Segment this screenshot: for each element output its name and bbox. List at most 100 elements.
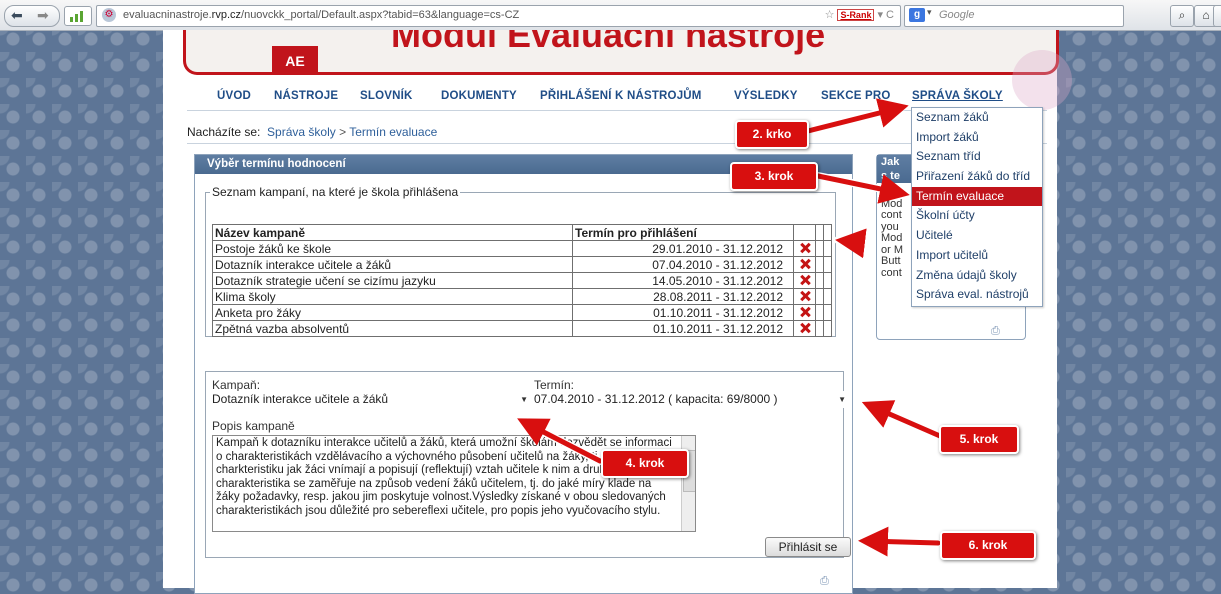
delete-icon[interactable] <box>799 306 811 318</box>
menu-prihlaseni[interactable]: PŘIHLÁŠENÍ K NÁSTROJŮM <box>540 90 702 102</box>
banner: AE Modul Evaluační nástroje <box>183 30 1059 75</box>
empty-cell <box>815 240 824 257</box>
campaign-select[interactable]: Dotazník interakce učitele a žáků ▼ <box>212 391 530 408</box>
delete-cell <box>793 304 816 321</box>
annotation-step4: 4. krok <box>601 449 689 478</box>
empty-cell <box>815 272 824 289</box>
annotation-step6: 6. krok <box>940 531 1036 560</box>
decorative-shape <box>1012 50 1072 110</box>
dropdown-item-import-ucitelu[interactable]: Import učitelů <box>912 246 1042 266</box>
empty-cell <box>823 240 832 257</box>
menu-uvod[interactable]: ÚVOD <box>217 90 251 102</box>
delete-cell <box>793 240 816 257</box>
campaign-name: Anketa pro žáky <box>212 304 573 321</box>
empty-cell <box>823 304 832 321</box>
chevron-down-icon[interactable]: ▼ <box>520 391 528 408</box>
dropdown-item-ucitele[interactable]: Učitelé <box>912 226 1042 246</box>
term-selection-panel: Výběr termínu hodnocení Seznam kampaní, … <box>194 154 853 594</box>
delete-cell <box>793 288 816 305</box>
dropdown-item-skolni-ucty[interactable]: Školní účty <box>912 206 1042 226</box>
campaign-term: 07.04.2010 - 31.12.2012 <box>572 256 794 273</box>
empty-cell <box>823 320 832 337</box>
engine-dropdown-icon[interactable]: ▾ <box>927 7 932 18</box>
search-icon[interactable]: ⌕ <box>1170 5 1194 27</box>
main-menu: ÚVOD NÁSTROJE SLOVNÍK DOKUMENTY PŘIHLÁŠE… <box>188 87 1048 109</box>
table-row: Dotazník strategie učení se cizímu jazyk… <box>212 272 832 289</box>
table-row: Zpětná vazba absolventů 01.10.2011 - 31.… <box>212 320 832 337</box>
dropdown-item-termin-evaluace[interactable]: Termín evaluace <box>912 186 1042 207</box>
register-button[interactable]: Přihlásit se <box>765 537 851 557</box>
dropdown-item-seznam-zaku[interactable]: Seznam žáků <box>912 108 1042 128</box>
empty-cell <box>815 288 824 305</box>
breadcrumb-separator: > <box>339 125 347 139</box>
menu-sekce-pro[interactable]: SEKCE PRO <box>821 90 891 102</box>
term-select[interactable]: 07.04.2010 - 31.12.2012 ( kapacita: 69/8… <box>534 391 848 408</box>
chevron-down-icon[interactable]: ▼ <box>838 391 846 408</box>
empty-cell <box>823 272 832 289</box>
toolbar-overflow-icon[interactable] <box>1213 5 1221 27</box>
dropdown-icon[interactable]: ▾ <box>877 9 883 21</box>
delete-icon[interactable] <box>799 290 811 302</box>
sprava-skoly-dropdown: Seznam žáků Import žáků Seznam tříd Přiř… <box>911 107 1043 307</box>
table-row: Anketa pro žáky 01.10.2011 - 31.12.2012 <box>212 304 832 321</box>
breadcrumb-current[interactable]: Termín evaluace <box>349 125 437 139</box>
url-right-controls: ☆ S-Rank ▾ C <box>825 8 894 21</box>
campaign-list-legend: Seznam kampaní, na které je škola přihlá… <box>212 185 459 199</box>
delete-icon[interactable] <box>799 258 811 270</box>
delete-icon[interactable] <box>799 274 811 286</box>
campaign-name: Zpětná vazba absolventů <box>212 320 573 337</box>
campaign-name: Klima školy <box>212 288 573 305</box>
dropdown-item-sprava-nastroju[interactable]: Správa eval. nástrojů <box>912 285 1042 305</box>
print-icon[interactable]: ⎙ <box>820 575 829 588</box>
delete-icon[interactable] <box>799 242 811 254</box>
breadcrumb-link-sprava-skoly[interactable]: Správa školy <box>267 125 336 139</box>
site-identity-icon[interactable]: ⚙ <box>102 8 116 22</box>
signal-icon[interactable] <box>64 6 92 26</box>
delete-cell <box>793 272 816 289</box>
menu-vysledky[interactable]: VÝSLEDKY <box>734 90 798 102</box>
table-header-row: Název kampaně Termín pro přihlášení <box>212 224 832 241</box>
campaign-term: 28.08.2011 - 31.12.2012 <box>572 288 794 305</box>
dropdown-item-zmena-udaju[interactable]: Změna údajů školy <box>912 266 1042 286</box>
search-box[interactable]: g ▾ Google <box>904 5 1124 27</box>
dropdown-item-import-zaku[interactable]: Import žáků <box>912 128 1042 148</box>
banner-title: Modul Evaluační nástroje <box>391 30 826 55</box>
campaign-term: 01.10.2011 - 31.12.2012 <box>572 320 794 337</box>
col-header-action <box>793 224 816 241</box>
menu-dokumenty[interactable]: DOKUMENTY <box>441 90 517 102</box>
campaign-name: Dotazník strategie učení se cizímu jazyk… <box>212 272 573 289</box>
campaign-term: 29.01.2010 - 31.12.2012 <box>572 240 794 257</box>
col-header-empty <box>823 224 832 241</box>
forward-icon[interactable]: ➡ <box>37 7 49 24</box>
table-row: Klima školy 28.08.2011 - 31.12.2012 <box>212 288 832 305</box>
campaign-form: Kampaň: Dotazník interakce učitele a žák… <box>205 371 851 558</box>
reload-icon[interactable]: C <box>886 9 894 21</box>
annotation-step2: 2. krko <box>735 120 809 149</box>
empty-cell <box>823 288 832 305</box>
delete-icon[interactable] <box>799 322 811 334</box>
url-text[interactable]: evaluacninastroje.rvp.cz/nuovckk_portal/… <box>123 9 519 21</box>
breadcrumb: Nacházíte se: Správa školy > Termín eval… <box>187 125 437 139</box>
campaign-select-value: Dotazník interakce učitele a žáků <box>212 392 389 406</box>
dropdown-item-seznam-trid[interactable]: Seznam tříd <box>912 147 1042 167</box>
search-placeholder: Google <box>939 9 975 21</box>
menu-sprava-skoly[interactable]: SPRÁVA ŠKOLY <box>912 90 1003 102</box>
bookmark-star-icon[interactable]: ☆ <box>825 9 835 21</box>
campaign-name: Postoje žáků ke škole <box>212 240 573 257</box>
empty-cell <box>815 256 824 273</box>
menu-nastroje[interactable]: NÁSTROJE <box>274 90 338 102</box>
google-icon[interactable]: g <box>909 8 925 22</box>
print-icon[interactable]: ⎙ <box>991 325 1000 338</box>
campaign-list-fieldset: Seznam kampaní, na které je škola přihlá… <box>205 185 836 337</box>
address-bar[interactable]: ⚙ evaluacninastroje.rvp.cz/nuovckk_porta… <box>96 5 901 27</box>
dropdown-item-prirazeni-zaku[interactable]: Přiřazení žáků do tříd <box>912 167 1042 187</box>
ae-logo: AE <box>272 46 318 72</box>
campaign-term: 01.10.2011 - 31.12.2012 <box>572 304 794 321</box>
back-icon[interactable]: ⬅ <box>11 7 23 24</box>
campaign-label: Kampaň: <box>212 378 261 392</box>
srank-badge[interactable]: S-Rank <box>837 9 875 21</box>
back-forward-buttons[interactable]: ⬅ ➡ <box>4 5 60 27</box>
term-select-value: 07.04.2010 - 31.12.2012 ( kapacita: 69/8… <box>534 392 778 406</box>
empty-cell <box>815 304 824 321</box>
menu-slovnik[interactable]: SLOVNÍK <box>360 90 413 102</box>
